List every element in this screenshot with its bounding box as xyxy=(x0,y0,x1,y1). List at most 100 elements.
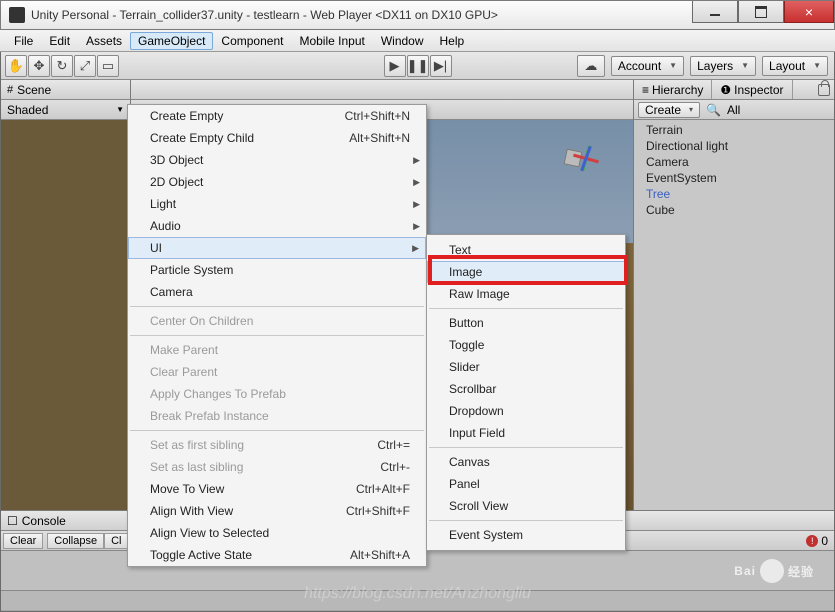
menu-item-audio[interactable]: Audio▶ xyxy=(128,215,426,237)
menu-item-set-as-first-sibling: Set as first siblingCtrl+= xyxy=(128,434,426,456)
pause-button[interactable]: ❚❚ xyxy=(407,55,429,77)
menu-item-create-empty-child[interactable]: Create Empty ChildAlt+Shift+N xyxy=(128,127,426,149)
menu-item-particle-system[interactable]: Particle System xyxy=(128,259,426,281)
error-count[interactable]: !0 xyxy=(806,534,828,548)
hierarchy-item[interactable]: EventSystem xyxy=(634,170,834,186)
clear-ext-button[interactable]: Cl xyxy=(104,533,128,549)
menu-item-label: Align View to Selected xyxy=(150,526,269,540)
menu-item-label: Event System xyxy=(449,528,523,542)
play-button[interactable]: ▶ xyxy=(384,55,406,77)
menu-item-label: Clear Parent xyxy=(150,365,217,379)
menu-edit[interactable]: Edit xyxy=(41,32,78,50)
menu-item-create-empty[interactable]: Create EmptyCtrl+Shift+N xyxy=(128,105,426,127)
maximize-button[interactable] xyxy=(738,1,784,23)
menu-item-input-field[interactable]: Input Field xyxy=(427,422,625,444)
hierarchy-list[interactable]: TerrainDirectional lightCameraEventSyste… xyxy=(634,120,834,510)
hierarchy-tab[interactable]: ≡Hierarchy xyxy=(634,80,712,99)
menu-help[interactable]: Help xyxy=(432,32,473,50)
account-dropdown[interactable]: Account▼ xyxy=(611,56,684,76)
menu-item-3d-object[interactable]: 3D Object▶ xyxy=(128,149,426,171)
menu-mobile-input[interactable]: Mobile Input xyxy=(291,32,372,50)
app-body: ✋ ✥ ↻ ⤢ ▭ ☁ Account▼ Layers▼ Layout▼ ▶ ❚… xyxy=(0,52,835,612)
clear-button[interactable]: Clear xyxy=(3,533,43,549)
menu-item-align-view-to-selected[interactable]: Align View to Selected xyxy=(128,522,426,544)
menu-item-dropdown[interactable]: Dropdown xyxy=(427,400,625,422)
window-controls: × xyxy=(692,1,834,23)
menu-item-break-prefab-instance: Break Prefab Instance xyxy=(128,405,426,427)
search-icon[interactable]: 🔍 xyxy=(706,103,721,117)
layers-label: Layers xyxy=(697,59,733,73)
menu-item-slider[interactable]: Slider xyxy=(427,356,625,378)
menu-item-scroll-view[interactable]: Scroll View xyxy=(427,495,625,517)
scale-tool-button[interactable]: ⤢ xyxy=(74,55,96,77)
lock-icon xyxy=(818,84,830,96)
panel-lock[interactable] xyxy=(814,80,834,99)
scene-viewport-left[interactable] xyxy=(1,120,130,510)
menu-item-label: Break Prefab Instance xyxy=(150,409,269,423)
hierarchy-item[interactable]: Camera xyxy=(634,154,834,170)
hierarchy-item[interactable]: Directional light xyxy=(634,138,834,154)
submenu-arrow-icon: ▶ xyxy=(413,155,420,166)
menu-item-align-with-view[interactable]: Align With ViewCtrl+Shift+F xyxy=(128,500,426,522)
hierarchy-item[interactable]: Cube xyxy=(634,202,834,218)
inspector-icon: ❶ xyxy=(720,83,731,97)
menu-gameobject[interactable]: GameObject xyxy=(130,32,213,50)
menu-item-canvas[interactable]: Canvas xyxy=(427,451,625,473)
create-dropdown[interactable]: Create▾ xyxy=(638,102,700,118)
right-panel: ≡Hierarchy ❶Inspector Create▾ 🔍 All Terr… xyxy=(634,80,834,510)
menu-item-camera[interactable]: Camera xyxy=(128,281,426,303)
window-titlebar: Unity Personal - Terrain_collider37.unit… xyxy=(0,0,835,30)
hierarchy-item[interactable]: Tree xyxy=(634,186,834,202)
cloud-button[interactable]: ☁ xyxy=(577,55,605,77)
menu-item-panel[interactable]: Panel xyxy=(427,473,625,495)
menu-item-text[interactable]: Text xyxy=(427,239,625,261)
menu-item-toggle-active-state[interactable]: Toggle Active StateAlt+Shift+A xyxy=(128,544,426,566)
shaded-dropdown[interactable]: Shaded ▼ xyxy=(1,100,130,120)
rotate-tool-button[interactable]: ↻ xyxy=(51,55,73,77)
menu-item-label: Raw Image xyxy=(449,287,510,301)
menu-file[interactable]: File xyxy=(6,32,41,50)
move-tool-button[interactable]: ✥ xyxy=(28,55,50,77)
close-button[interactable]: × xyxy=(784,1,834,23)
menu-assets[interactable]: Assets xyxy=(78,32,130,50)
menu-item-raw-image[interactable]: Raw Image xyxy=(427,283,625,305)
menu-item-label: Apply Changes To Prefab xyxy=(150,387,286,401)
menu-item-scrollbar[interactable]: Scrollbar xyxy=(427,378,625,400)
step-button[interactable]: ▶| xyxy=(430,55,452,77)
menu-item-light[interactable]: Light▶ xyxy=(128,193,426,215)
menu-item-image[interactable]: Image xyxy=(427,261,625,283)
scene-tab-label: Scene xyxy=(17,83,51,97)
menu-item-center-on-children: Center On Children xyxy=(128,310,426,332)
menu-item-label: Set as last sibling xyxy=(150,460,243,474)
menu-item-event-system[interactable]: Event System xyxy=(427,524,625,546)
scene-tab[interactable]: # Scene xyxy=(1,80,130,100)
scene-tab-icon: # xyxy=(7,84,13,96)
console-tab[interactable]: Console xyxy=(22,514,66,528)
inspector-tab[interactable]: ❶Inspector xyxy=(712,80,792,99)
account-label: Account xyxy=(618,59,661,73)
orientation-gizmo[interactable] xyxy=(543,128,603,188)
menu-window[interactable]: Window xyxy=(373,32,432,50)
watermark-text2: 经验 xyxy=(788,563,814,580)
menu-item-toggle[interactable]: Toggle xyxy=(427,334,625,356)
collapse-button[interactable]: Collapse xyxy=(47,533,104,549)
menu-item-label: Align With View xyxy=(150,504,233,518)
rect-tool-button[interactable]: ▭ xyxy=(97,55,119,77)
shaded-label: Shaded xyxy=(7,103,48,117)
menu-item-set-as-last-sibling: Set as last sibling Ctrl+- xyxy=(128,456,426,478)
minimize-button[interactable] xyxy=(692,1,738,23)
hand-tool-button[interactable]: ✋ xyxy=(5,55,27,77)
menu-component[interactable]: Component xyxy=(213,32,291,50)
menu-shortcut: Alt+Shift+N xyxy=(349,131,410,145)
layers-dropdown[interactable]: Layers▼ xyxy=(690,56,756,76)
menu-item-ui[interactable]: UI▶ xyxy=(128,237,426,259)
menu-shortcut: Ctrl+- xyxy=(380,460,410,474)
menu-item-move-to-view[interactable]: Move To ViewCtrl+Alt+F xyxy=(128,478,426,500)
menu-item-label: Center On Children xyxy=(150,314,253,328)
hierarchy-item[interactable]: Terrain xyxy=(634,122,834,138)
layout-dropdown[interactable]: Layout▼ xyxy=(762,56,828,76)
hierarchy-all-label: All xyxy=(727,103,740,117)
menu-item-label: Light xyxy=(150,197,176,211)
menu-item-button[interactable]: Button xyxy=(427,312,625,334)
menu-item-2d-object[interactable]: 2D Object▶ xyxy=(128,171,426,193)
